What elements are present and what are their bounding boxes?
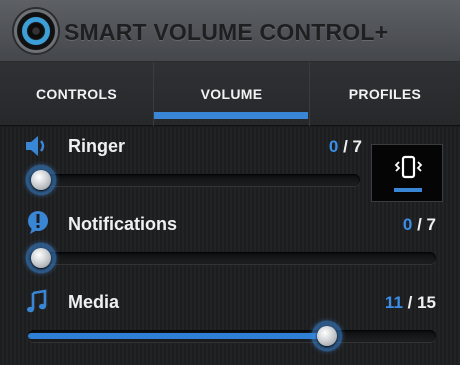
tab-controls[interactable]: CONTROLS — [0, 62, 154, 126]
speaker-icon — [26, 136, 45, 156]
vibrate-toggle-button[interactable] — [371, 144, 443, 202]
media-value: 11 / 15 — [364, 293, 436, 313]
app-header: SMART VOLUME CONTROL+ — [0, 0, 460, 62]
media-label: Media — [68, 292, 120, 312]
notifications-current: 0 — [402, 215, 413, 234]
ringer-value: 0 / 7 — [300, 137, 362, 157]
ringer-max: / 7 — [343, 137, 362, 156]
vibrate-icon — [394, 155, 423, 179]
media-slider[interactable] — [28, 330, 436, 342]
notifications-slider[interactable] — [28, 252, 436, 264]
notifications-label: Notifications — [68, 214, 178, 234]
vibrate-active-indicator — [394, 188, 422, 192]
notifications-slider-knob[interactable] — [22, 239, 60, 277]
media-max: / 15 — [407, 293, 436, 312]
ringer-label: Ringer — [68, 136, 126, 156]
app-title: SMART VOLUME CONTROL+ — [64, 19, 389, 45]
ringer-current: 0 — [328, 137, 339, 156]
ringer-slider[interactable] — [28, 174, 360, 186]
tab-profiles[interactable]: PROFILES — [310, 62, 460, 126]
notifications-value: 0 / 7 — [370, 215, 436, 235]
media-slider-knob[interactable] — [308, 317, 346, 355]
exclamation-icon — [28, 211, 48, 234]
active-tab-indicator — [154, 112, 308, 119]
app-logo-icon — [14, 9, 58, 53]
media-slider-fill — [28, 333, 327, 339]
media-current: 11 — [384, 293, 403, 312]
notifications-max: / 7 — [417, 215, 436, 234]
music-note-icon — [27, 289, 47, 313]
ringer-slider-knob[interactable] — [22, 161, 60, 199]
